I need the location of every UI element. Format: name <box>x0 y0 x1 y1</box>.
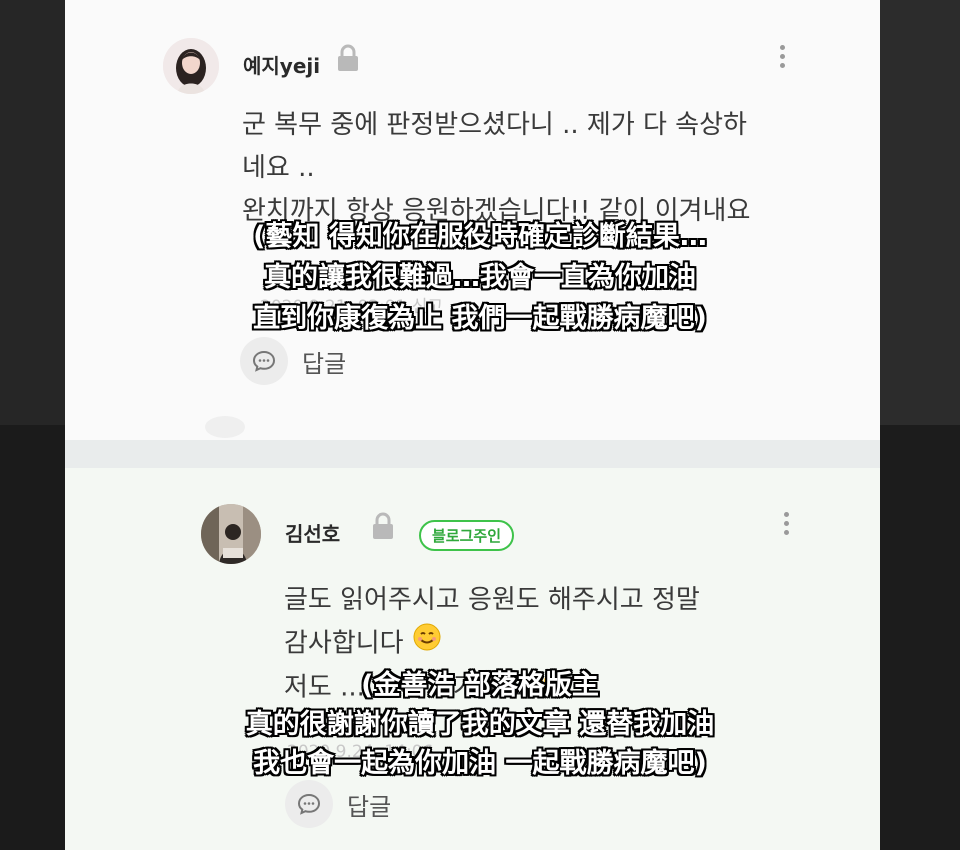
smile-emoji-icon <box>412 622 442 666</box>
reply-label: 답글 <box>302 349 347 378</box>
avatar[interactable] <box>163 38 219 94</box>
divider <box>65 440 880 468</box>
avatar-photo <box>201 504 261 564</box>
subtitle-line: 我也會一起為你加油 一起戰勝病魔吧) <box>253 748 707 779</box>
reply-label: 답글 <box>347 792 392 821</box>
lock-icon <box>370 512 396 544</box>
comment-line-2: 네요 .. <box>242 153 315 183</box>
background-right-top <box>880 0 960 425</box>
comment-card-2: 김선호 블로그주인 글도 읽어주시고 응원도 해주시고 정말 감사합니다 저도 … <box>65 468 880 850</box>
subtitle-line: 真的很謝謝你讀了我的文章 還替我加油 <box>245 709 715 740</box>
more-vertical-icon[interactable] <box>780 45 786 72</box>
background-left-bottom <box>0 425 65 850</box>
reply-button[interactable]: 답글 <box>240 337 346 385</box>
more-vertical-icon[interactable] <box>784 512 790 539</box>
background-right-bottom <box>880 425 960 850</box>
comment-author[interactable]: 김선호 <box>285 518 340 547</box>
lock-icon <box>335 44 361 76</box>
subtitle-line: (藝知 得知你在服役時確定診斷結果… <box>253 221 707 252</box>
reply-chat-icon <box>285 780 333 828</box>
subtitle-line: (金善浩 部落格版主 <box>361 670 599 701</box>
comment-author[interactable]: 예지yeji <box>243 50 320 79</box>
subtitle-line: 直到你康復為止 我們一起戰勝病魔吧) <box>253 303 707 334</box>
subtitle-line: 真的讓我很難過…我會一直為你加油 <box>264 262 696 293</box>
background-left-top <box>0 0 65 425</box>
comment-line-1: 군 복무 중에 판정받으셨다니 .. 제가 다 속상하 <box>242 110 747 140</box>
avatar[interactable] <box>201 504 261 564</box>
avatar-photo <box>163 38 219 94</box>
comment-line-2-wrap: 감사합니다 <box>284 622 442 666</box>
reply-button[interactable]: 답글 <box>285 780 391 828</box>
comment-line-1: 글도 읽어주시고 응원도 해주시고 정말 <box>284 585 700 615</box>
comment-line-2: 감사합니다 <box>284 628 404 659</box>
reply-chat-icon <box>240 337 288 385</box>
partial-avatar <box>205 416 245 438</box>
blog-owner-badge: 블로그주인 <box>419 520 515 551</box>
